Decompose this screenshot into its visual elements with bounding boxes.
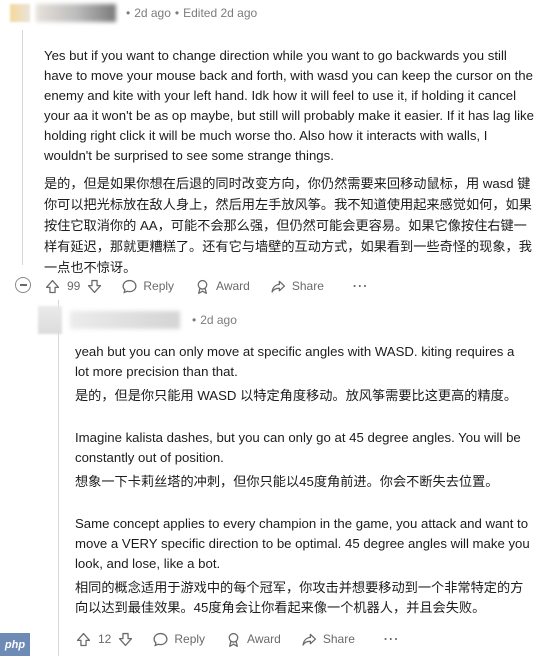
comment-body: Yes but if you want to change direction … [44, 46, 536, 278]
award-icon [197, 279, 208, 294]
username[interactable] [70, 311, 180, 329]
arrow-down-icon [88, 279, 102, 293]
paragraph-zh: 是的，但是你只能用 WASD 以特定角度移动。放风筝需要比这更高的精度。 [75, 388, 518, 403]
award-button[interactable]: Award [225, 631, 281, 648]
comment-header: • 2d ago • Edited 2d ago [10, 0, 257, 26]
share-label: Share [291, 279, 324, 293]
reply-action-bar: 12 Reply Award Share ⋯ [75, 629, 420, 649]
downvote-button[interactable] [86, 278, 103, 295]
award-button[interactable]: Award [194, 278, 250, 295]
separator: • [192, 313, 197, 327]
reply-button[interactable]: Reply [152, 631, 205, 648]
award-icon [228, 632, 239, 647]
timestamp[interactable]: 2d ago [200, 313, 237, 327]
paragraph-zh: 想象一下卡莉丝塔的冲刺，但你只能以45度角前进。你会不断失去位置。 [75, 474, 499, 489]
share-button[interactable]: Share [301, 631, 355, 648]
comment-action-bar: 99 Reply Award Share ⋯ [44, 276, 389, 296]
timestamp[interactable]: 2d ago [134, 6, 171, 20]
separator: • [174, 6, 180, 20]
vote-count: 12 [98, 632, 112, 646]
speech-bubble-icon [153, 632, 168, 647]
paragraph-en: Same concept applies to every champion i… [75, 516, 530, 571]
collapse-thread-button[interactable] [15, 277, 31, 293]
avatar[interactable] [10, 4, 30, 22]
downvote-button[interactable] [117, 631, 134, 648]
paragraph-zh: 相同的概念适用于游戏中的每个冠军，你攻击并想要移动到一个非常特定的方向以达到最佳… [75, 580, 524, 615]
upvote-button[interactable] [44, 278, 61, 295]
watermark-text: php [4, 638, 26, 651]
share-icon [302, 633, 316, 646]
thread-line-inner [58, 300, 59, 656]
reply-button[interactable]: Reply [121, 278, 174, 295]
reply-label: Reply [143, 279, 175, 293]
paragraph-en: yeah but you can only move at specific a… [75, 344, 515, 379]
site-watermark-logo: php [0, 633, 30, 656]
reply-comment-header: • 2d ago [38, 305, 237, 335]
comment-text-zh: 是的，但是如果你想在后退的同时改变方向，你仍然需要来回移动鼠标，用 wasd 键… [44, 176, 532, 275]
more-options-icon: ⋯ [382, 631, 400, 648]
reply-comment-body: yeah but you can only move at specific a… [75, 342, 530, 618]
upvote-button[interactable] [75, 631, 92, 648]
arrow-down-icon [119, 632, 133, 646]
more-options-button[interactable]: ⋯ [352, 276, 369, 296]
separator: • [126, 6, 131, 20]
vote-count: 99 [67, 279, 81, 293]
award-label: Award [247, 632, 281, 646]
thread-line-outer [22, 30, 23, 265]
speech-bubble-icon [122, 279, 137, 294]
arrow-up-icon [45, 279, 60, 293]
reply-label: Reply [174, 632, 206, 646]
edited-label: Edited 2d ago [183, 6, 258, 20]
more-options-button[interactable]: ⋯ [383, 629, 400, 649]
paragraph-en: Imagine kalista dashes, but you can only… [75, 430, 521, 465]
arrow-up-icon [76, 632, 91, 646]
comment-text-en: Yes but if you want to change direction … [44, 48, 534, 163]
share-button[interactable]: Share [270, 278, 324, 295]
avatar[interactable] [38, 306, 62, 334]
more-options-icon: ⋯ [351, 278, 369, 295]
award-label: Award [216, 279, 250, 293]
share-label: Share [322, 632, 355, 646]
username[interactable] [36, 4, 116, 22]
share-icon [271, 280, 285, 293]
